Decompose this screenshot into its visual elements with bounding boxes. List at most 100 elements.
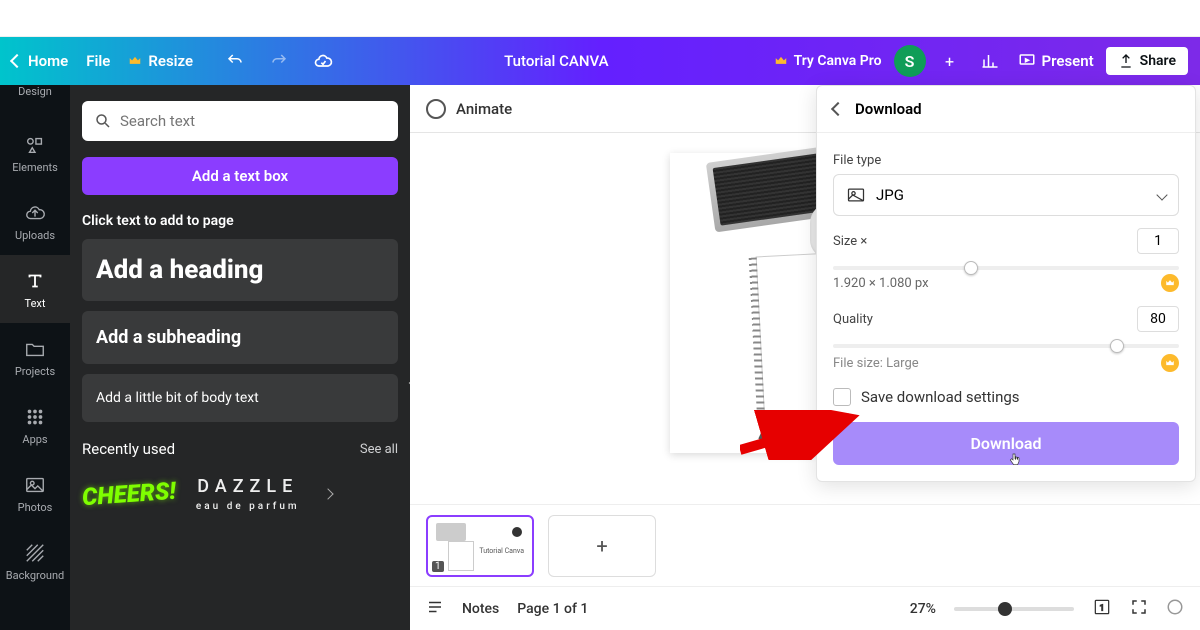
chart-icon [981,52,999,70]
resize-button[interactable]: Resize [128,52,193,70]
rail-item-design[interactable]: Design [0,85,70,119]
search-icon [94,112,112,130]
home-label: Home [28,52,68,70]
add-text-box-button[interactable]: Add a text box [82,157,398,195]
present-label: Present [1042,52,1094,70]
resize-label: Resize [148,52,193,70]
insights-button[interactable] [974,45,1006,77]
help-button[interactable] [1166,598,1184,620]
quality-label: Quality [833,312,873,327]
save-settings-checkbox[interactable]: Save download settings [833,388,1179,406]
size-value[interactable]: 1 [1137,228,1179,254]
crown-icon [128,54,142,68]
thumb-mock [448,541,474,571]
zoom-percentage[interactable]: 27% [910,601,936,617]
download-button[interactable]: Download [833,422,1179,465]
quality-knob[interactable] [1110,339,1124,353]
file-type-select[interactable]: JPG [833,174,1179,216]
rail-item-uploads[interactable]: Uploads [0,187,70,255]
dazzle-sub: eau de parfum [196,501,300,512]
undo-button[interactable] [219,45,251,77]
rail-item-photos[interactable]: Photos [0,459,70,527]
rail-item-elements[interactable]: Elements [0,119,70,187]
try-pro-button[interactable]: Try Canva Pro [774,53,882,69]
size-knob[interactable] [964,261,978,275]
body-label: Add a little bit of body text [96,390,259,406]
add-body-text-button[interactable]: Add a little bit of body text [82,374,398,422]
back-home-button[interactable]: Home [12,52,68,70]
cloud-sync-button[interactable] [307,45,339,77]
rail-label: Photos [18,501,53,514]
fullscreen-button[interactable] [1130,598,1148,620]
save-settings-label: Save download settings [861,388,1020,406]
cursor-icon [1007,452,1023,468]
redo-icon [270,52,288,70]
animate-icon [426,99,446,119]
page-indicator: Page 1 of 1 [517,601,588,617]
apps-icon [23,405,47,429]
download-panel: Download File type JPG Size × 1 1.920 × … [816,85,1196,482]
page-thumbnail-1[interactable]: Tutorial Canva 1 [426,515,534,577]
elements-icon [23,133,47,157]
rail-item-background[interactable]: Background [0,527,70,595]
scroll-right-icon[interactable] [322,488,333,499]
rail-label: Elements [12,161,58,174]
notes-button[interactable]: Notes [462,601,499,617]
rail-item-apps[interactable]: Apps [0,391,70,459]
search-field[interactable] [120,112,386,130]
see-all-link[interactable]: See all [360,442,398,457]
photo-icon [23,473,47,497]
redo-button[interactable] [263,45,295,77]
pro-badge-icon [1161,274,1179,292]
share-label: Share [1140,53,1176,69]
side-rail: Design Elements Uploads Text Projects [0,85,70,630]
quality-slider[interactable] [833,344,1179,348]
size-slider[interactable] [833,266,1179,270]
subheading-label: Add a subheading [96,327,241,348]
recently-used-label: Recently used [82,440,175,458]
file-type-value: JPG [876,186,904,204]
plus-icon: + [945,52,954,71]
add-collaborator-button[interactable]: + [938,49,962,73]
rail-label: Text [25,297,46,310]
click-hint-text: Click text to add to page [82,213,398,229]
file-menu[interactable]: File [86,52,110,70]
panel-back-button[interactable] [831,102,845,116]
quality-value[interactable]: 80 [1137,306,1179,332]
try-pro-label: Try Canva Pro [794,53,882,69]
text-icon [23,269,47,293]
rail-label: Background [6,569,64,582]
image-icon [846,185,866,205]
zoom-knob[interactable] [998,602,1012,616]
svg-text:1: 1 [1100,603,1105,613]
thumb-mock [512,527,522,537]
pro-badge-icon [1161,354,1179,372]
thumb-title: Tutorial Canva [479,547,524,555]
zoom-slider[interactable] [954,607,1074,611]
notes-icon [426,598,444,620]
app-header: Home File Resize Tutorial CANVA Try Canv… [0,37,1200,85]
background-icon [23,541,47,565]
present-button[interactable]: Present [1018,52,1094,70]
add-subheading-button[interactable]: Add a subheading [82,311,398,364]
rail-item-text[interactable]: Text [0,255,70,323]
file-size-text: File size: Large [833,356,919,371]
add-heading-button[interactable]: Add a heading [82,239,398,301]
chevron-down-icon [1156,189,1167,200]
rail-item-projects[interactable]: Projects [0,323,70,391]
search-text-input[interactable] [82,101,398,141]
rail-label: Projects [15,365,55,378]
download-button-label: Download [970,434,1041,453]
bottom-bar: Notes Page 1 of 1 27% 1 [410,586,1200,630]
recent-template-cheers[interactable]: CHEERS! [81,476,177,511]
crown-icon [774,54,788,68]
document-title[interactable]: Tutorial CANVA [339,52,774,70]
grid-view-button[interactable]: 1 [1092,597,1112,621]
user-avatar[interactable]: S [894,45,926,77]
heading-label: Add a heading [96,255,263,285]
dazzle-text: DAZZLE [197,476,298,497]
share-button[interactable]: Share [1106,47,1188,75]
animate-button[interactable]: Animate [456,100,512,118]
add-page-button[interactable]: + [548,515,656,577]
recent-template-dazzle[interactable]: DAZZLE eau de parfum [196,476,300,512]
